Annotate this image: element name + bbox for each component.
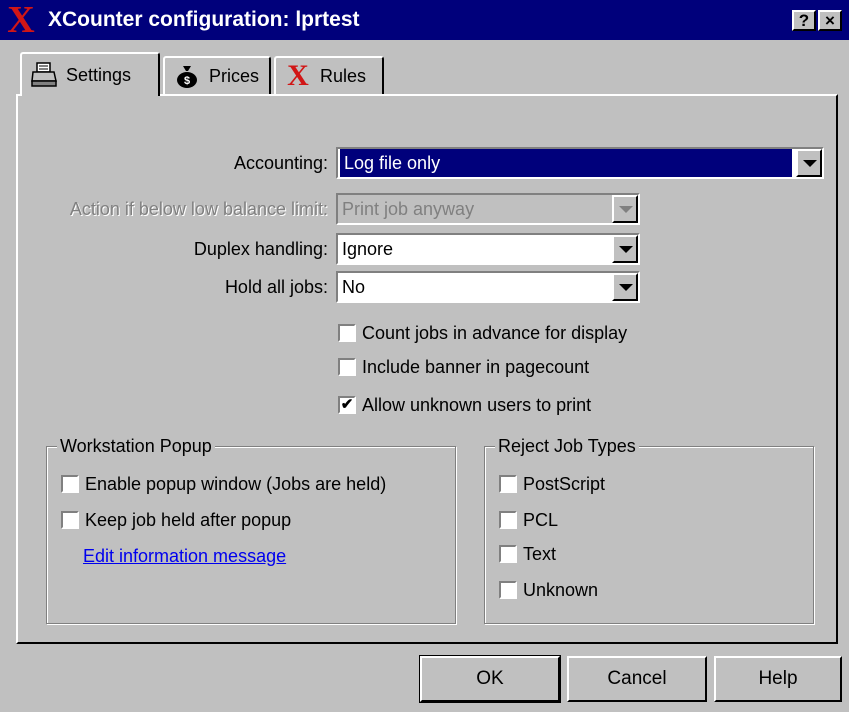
tab-prices[interactable]: $ Prices: [163, 56, 271, 94]
hold-all-label: Hold all jobs:: [224, 277, 328, 297]
tab-prices-label: Prices: [209, 65, 260, 86]
chevron-down-icon: [803, 160, 817, 167]
title-bar[interactable]: X XCounter configuration: lprtest ? ×: [0, 0, 849, 40]
accounting-select[interactable]: Log file only: [336, 147, 824, 179]
low-balance-dropdown-button: [612, 195, 638, 223]
low-balance-value: Print job anyway: [342, 199, 475, 219]
keep-held-label: Keep job held after popup: [85, 509, 292, 530]
count-advance-label: Count jobs in advance for display: [362, 322, 628, 343]
window-title: XCounter configuration: lprtest: [48, 8, 360, 31]
allow-unknown-label: Allow unknown users to print: [362, 394, 592, 415]
tab-settings[interactable]: Settings: [20, 52, 160, 96]
accounting-label: Accounting:: [233, 153, 328, 173]
tab-rules[interactable]: X Rules: [274, 56, 384, 94]
count-advance-checkbox-row[interactable]: Count jobs in advance for display: [338, 320, 627, 346]
include-banner-checkbox-row[interactable]: Include banner in pagecount: [338, 354, 589, 380]
reject-text-row[interactable]: Text: [499, 541, 556, 567]
reject-job-types-group: Reject Job Types PostScript PCL Text Unk…: [484, 434, 814, 624]
reject-text-label: Text: [523, 543, 557, 564]
reject-postscript-label: PostScript: [523, 473, 606, 494]
hold-all-dropdown-button[interactable]: [612, 273, 638, 301]
xcounter-logo-icon: X: [7, 0, 35, 41]
reject-pcl-checkbox[interactable]: [499, 511, 517, 529]
reject-unknown-label: Unknown: [523, 579, 599, 600]
ok-button[interactable]: OK: [419, 655, 561, 703]
hold-all-value: No: [342, 277, 366, 297]
allow-unknown-checkbox-row[interactable]: ✔ Allow unknown users to print: [338, 392, 591, 418]
cancel-button[interactable]: Cancel: [567, 656, 707, 702]
help-button[interactable]: Help: [714, 656, 842, 702]
reject-job-types-title: Reject Job Types: [495, 434, 639, 458]
duplex-label: Duplex handling:: [193, 239, 328, 259]
workstation-popup-group: Workstation Popup Enable popup window (J…: [46, 434, 456, 624]
edit-information-message-link[interactable]: Edit information message: [83, 543, 286, 569]
close-button[interactable]: ×: [818, 10, 842, 31]
hold-all-select[interactable]: No: [336, 271, 640, 303]
reject-text-checkbox[interactable]: [499, 545, 517, 563]
svg-text:$: $: [184, 75, 190, 87]
chevron-down-icon: [619, 206, 633, 213]
reject-unknown-checkbox[interactable]: [499, 581, 517, 599]
include-banner-label: Include banner in pagecount: [362, 356, 590, 377]
reject-pcl-row[interactable]: PCL: [499, 507, 558, 533]
help-title-button[interactable]: ?: [792, 10, 816, 31]
tab-settings-label: Settings: [66, 64, 132, 85]
count-advance-checkbox[interactable]: [338, 324, 356, 342]
enable-popup-row[interactable]: Enable popup window (Jobs are held): [61, 471, 386, 497]
workstation-popup-title: Workstation Popup: [57, 434, 215, 458]
include-banner-checkbox[interactable]: [338, 358, 356, 376]
xcounter-x-icon: X: [287, 59, 309, 92]
reject-postscript-checkbox[interactable]: [499, 475, 517, 493]
enable-popup-checkbox[interactable]: [61, 475, 79, 493]
chevron-down-icon: [619, 246, 633, 253]
keep-held-row[interactable]: Keep job held after popup: [61, 507, 291, 533]
duplex-dropdown-button[interactable]: [612, 235, 638, 263]
accounting-value: Log file only: [340, 149, 792, 177]
reject-postscript-row[interactable]: PostScript: [499, 471, 605, 497]
reject-unknown-row[interactable]: Unknown: [499, 577, 598, 603]
chevron-down-icon: [619, 284, 633, 291]
allow-unknown-checkbox[interactable]: ✔: [338, 396, 356, 414]
settings-panel: Accounting: Log file only Action if belo…: [16, 94, 838, 644]
accounting-dropdown-button[interactable]: [796, 149, 822, 177]
reject-pcl-label: PCL: [523, 509, 559, 530]
keep-held-checkbox[interactable]: [61, 511, 79, 529]
low-balance-label: Action if below low balance limit:: [69, 199, 328, 219]
printer-icon: [31, 62, 57, 87]
duplex-select[interactable]: Ignore: [336, 233, 640, 265]
low-balance-select: Print job anyway: [336, 193, 640, 225]
duplex-value: Ignore: [342, 239, 394, 259]
enable-popup-label: Enable popup window (Jobs are held): [85, 473, 387, 494]
money-bag-icon: $: [177, 66, 197, 88]
tab-rules-label: Rules: [320, 65, 367, 86]
